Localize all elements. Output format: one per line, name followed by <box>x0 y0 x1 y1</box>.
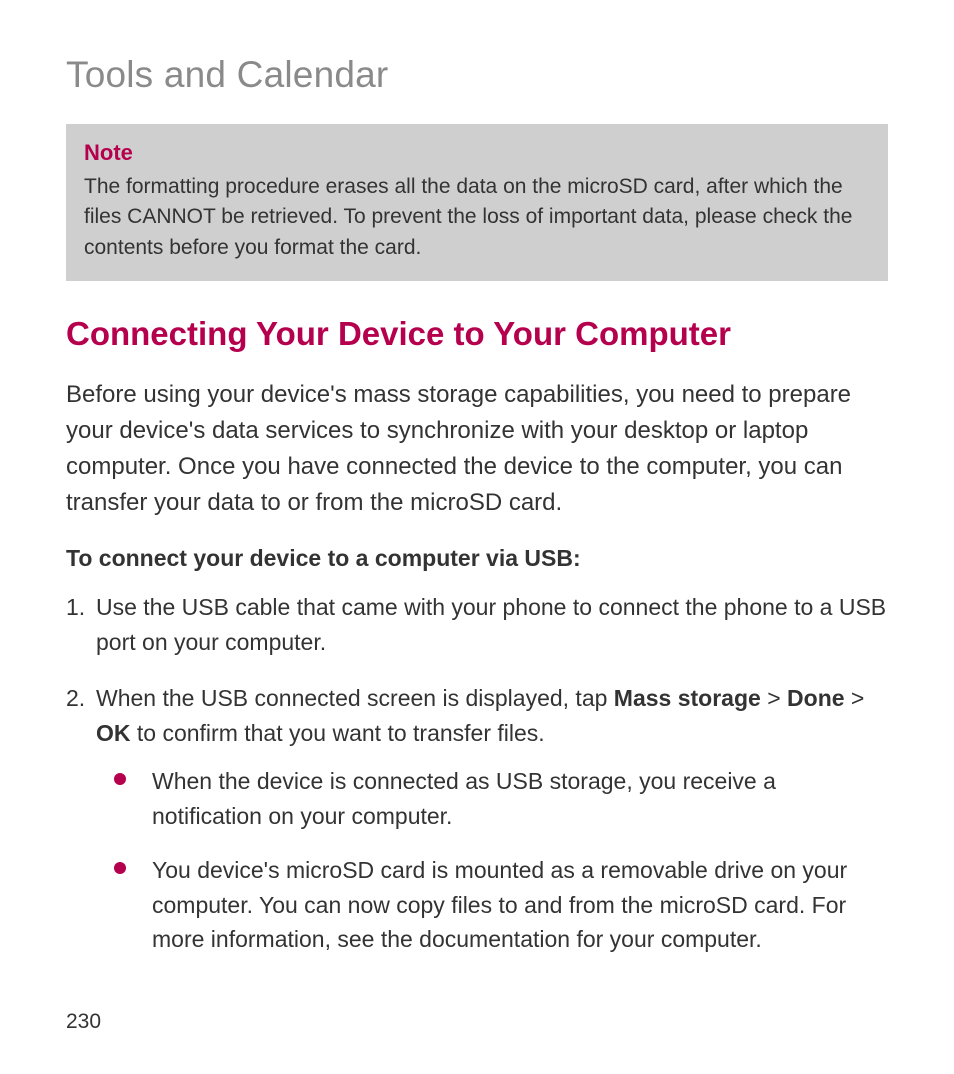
bullet-2: You device's microSD card is mounted as … <box>96 853 888 957</box>
bullet-1-text: When the device is connected as USB stor… <box>152 768 776 829</box>
step-2-sep1: > <box>761 685 787 711</box>
step-2-bold-ok: OK <box>96 720 131 746</box>
chapter-title: Tools and Calendar <box>66 54 888 96</box>
step-1-text: Use the USB cable that came with your ph… <box>96 594 886 655</box>
manual-page: Tools and Calendar Note The formatting p… <box>0 0 954 1074</box>
step-2-lead: When the USB connected screen is display… <box>96 685 614 711</box>
step-2-tail: to confirm that you want to transfer fil… <box>131 720 545 746</box>
note-box: Note The formatting procedure erases all… <box>66 124 888 281</box>
steps-list: Use the USB cable that came with your ph… <box>66 590 888 957</box>
note-label: Note <box>84 140 870 166</box>
step-2-bold-mass-storage: Mass storage <box>614 685 761 711</box>
step-2-bold-done: Done <box>787 685 845 711</box>
bullet-1: When the device is connected as USB stor… <box>96 764 888 833</box>
sub-heading: To connect your device to a computer via… <box>66 545 888 572</box>
step-1: Use the USB cable that came with your ph… <box>66 590 888 659</box>
page-number: 230 <box>66 1010 101 1034</box>
step-2-sep2: > <box>845 685 865 711</box>
bullet-2-text: You device's microSD card is mounted as … <box>152 857 847 952</box>
note-body: The formatting procedure erases all the … <box>84 172 870 263</box>
sub-bullets: When the device is connected as USB stor… <box>96 764 888 957</box>
section-heading: Connecting Your Device to Your Computer <box>66 315 888 353</box>
step-2: When the USB connected screen is display… <box>66 681 888 957</box>
intro-paragraph: Before using your device's mass storage … <box>66 377 888 521</box>
